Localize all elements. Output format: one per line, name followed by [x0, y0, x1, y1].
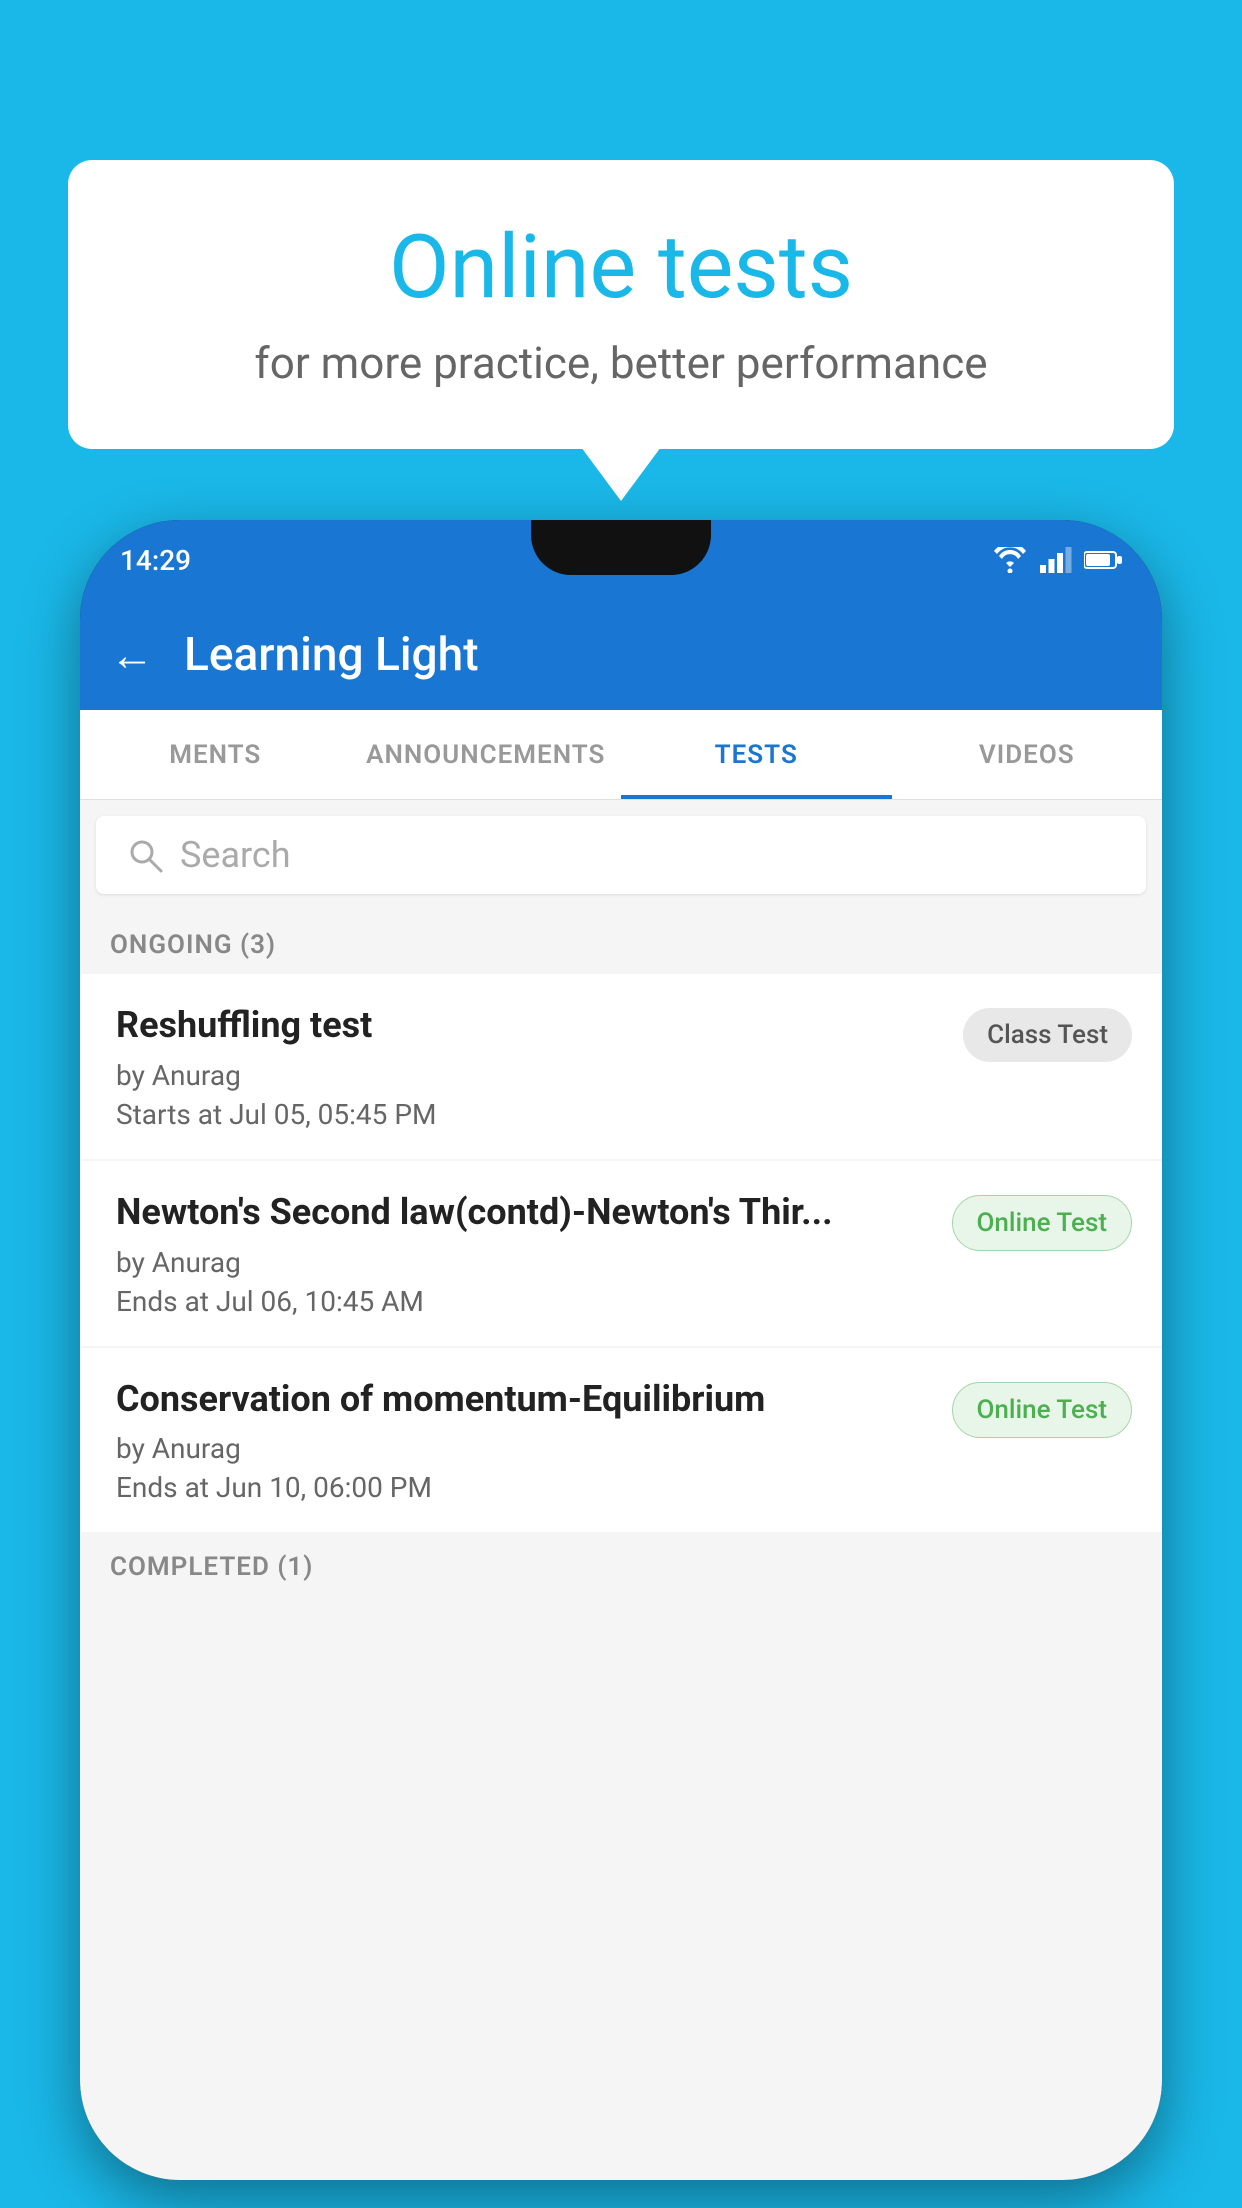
tab-bar: MENTS ANNOUNCEMENTS TESTS VIDEOS [80, 710, 1162, 800]
screen-content: Search ONGOING (3) Reshuffling test by A… [80, 800, 1162, 2180]
status-icons [992, 547, 1122, 573]
status-bar: 14:29 [80, 520, 1162, 600]
test-card-1-badge: Class Test [963, 1008, 1132, 1062]
signal-icon [1040, 547, 1072, 573]
phone-notch [531, 520, 711, 575]
app-bar: ← Learning Light [80, 600, 1162, 710]
test-card-1-content: Reshuffling test by Anurag Starts at Jul… [116, 1002, 963, 1131]
test-card-2-title: Newton's Second law(contd)-Newton's Thir… [116, 1189, 932, 1236]
test-card-1-author: by Anurag [116, 1059, 943, 1092]
battery-icon [1084, 549, 1122, 571]
test-card-2-date: Ends at Jul 06, 10:45 AM [116, 1285, 932, 1318]
phone-frame: 14:29 ← Learning Light [80, 520, 1162, 2180]
tab-ments[interactable]: MENTS [80, 710, 351, 799]
tab-announcements[interactable]: ANNOUNCEMENTS [351, 710, 622, 799]
wifi-icon [992, 547, 1028, 573]
search-bar[interactable]: Search [96, 816, 1146, 894]
test-card-2[interactable]: Newton's Second law(contd)-Newton's Thir… [80, 1161, 1162, 1346]
test-card-1-date: Starts at Jul 05, 05:45 PM [116, 1098, 943, 1131]
app-bar-title: Learning Light [184, 628, 479, 682]
back-button[interactable]: ← [110, 629, 154, 681]
status-time: 14:29 [120, 544, 191, 577]
test-card-3-content: Conservation of momentum-Equilibrium by … [116, 1376, 952, 1505]
test-card-3[interactable]: Conservation of momentum-Equilibrium by … [80, 1348, 1162, 1533]
search-icon [126, 836, 164, 874]
tab-tests[interactable]: TESTS [621, 710, 892, 799]
ongoing-section-header: ONGOING (3) [80, 910, 1162, 974]
test-card-3-date: Ends at Jun 10, 06:00 PM [116, 1471, 932, 1504]
test-card-2-content: Newton's Second law(contd)-Newton's Thir… [116, 1189, 952, 1318]
search-placeholder: Search [180, 834, 291, 876]
test-card-1[interactable]: Reshuffling test by Anurag Starts at Jul… [80, 974, 1162, 1159]
completed-section-header: COMPLETED (1) [80, 1534, 1162, 1594]
speech-bubble-title: Online tests [148, 220, 1094, 317]
speech-bubble: Online tests for more practice, better p… [68, 160, 1174, 449]
test-card-1-title: Reshuffling test [116, 1002, 943, 1049]
test-card-3-title: Conservation of momentum-Equilibrium [116, 1376, 932, 1423]
test-card-2-author: by Anurag [116, 1246, 932, 1279]
test-card-3-badge: Online Test [952, 1382, 1133, 1438]
test-card-2-badge: Online Test [952, 1195, 1133, 1251]
speech-bubble-subtitle: for more practice, better performance [148, 337, 1094, 389]
test-card-3-author: by Anurag [116, 1432, 932, 1465]
tab-videos[interactable]: VIDEOS [892, 710, 1163, 799]
